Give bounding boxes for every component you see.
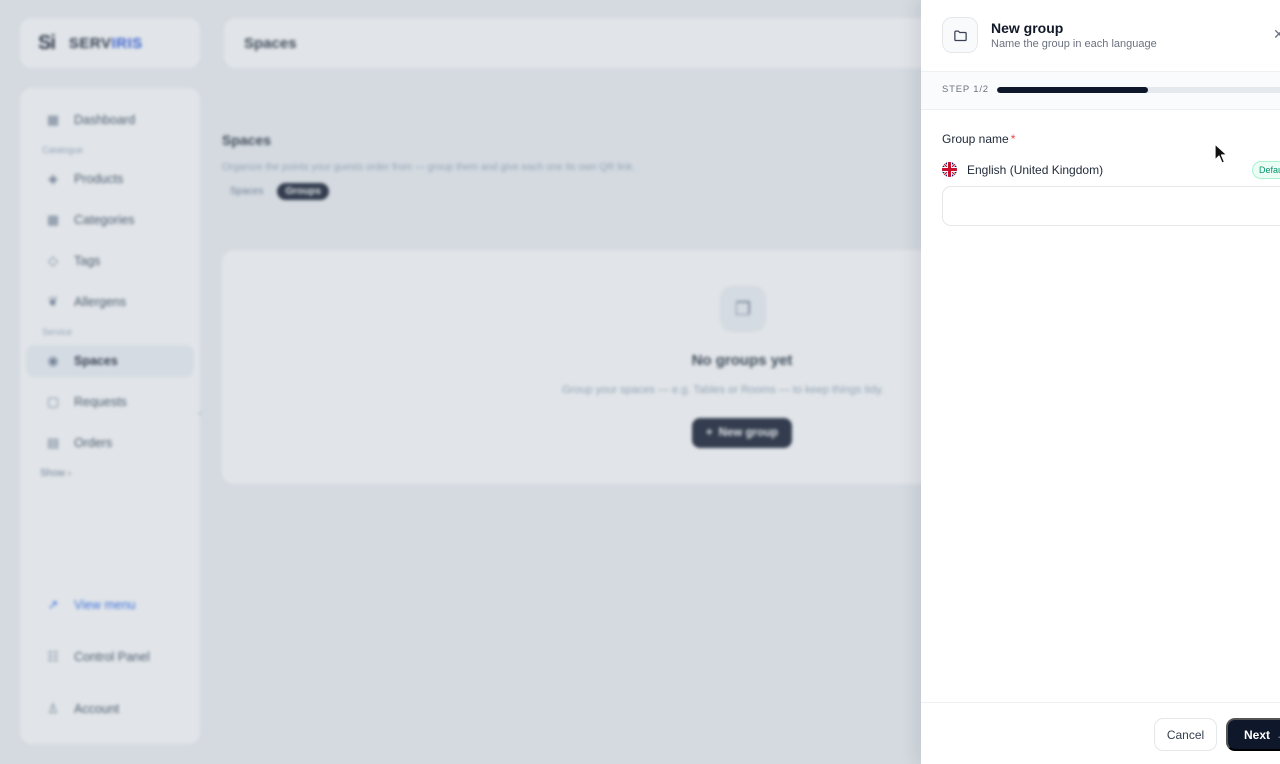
cancel-button[interactable]: Cancel <box>1154 718 1217 751</box>
drawer-title: New group <box>991 20 1064 36</box>
drawer-footer: Cancel Next → <box>921 702 1280 764</box>
required-mark: * <box>1010 132 1016 146</box>
language-row: English (United Kingdom) <box>942 162 1103 177</box>
close-icon[interactable]: ✕ <box>1273 26 1280 43</box>
drawer-subtitle: Name the group in each language <box>991 38 1157 50</box>
arrow-right-icon: → <box>1276 728 1280 742</box>
step-progress: STEP 1/2 <box>921 72 1280 110</box>
progress-fill <box>997 87 1148 93</box>
group-name-input[interactable] <box>942 186 1280 226</box>
default-badge: Default <box>1252 161 1280 179</box>
step-label: STEP 1/2 <box>942 84 989 95</box>
uk-flag-icon <box>942 162 957 177</box>
group-name-label: Group name * <box>942 132 1016 146</box>
language-name: English (United Kingdom) <box>967 162 1104 177</box>
new-group-drawer: New group Name the group in each languag… <box>921 0 1280 764</box>
progress-track <box>997 87 1280 93</box>
drawer-header: New group Name the group in each languag… <box>921 0 1280 72</box>
mouse-cursor-icon <box>1214 143 1228 164</box>
next-button[interactable]: Next → <box>1226 718 1280 751</box>
folder-icon <box>942 17 978 53</box>
